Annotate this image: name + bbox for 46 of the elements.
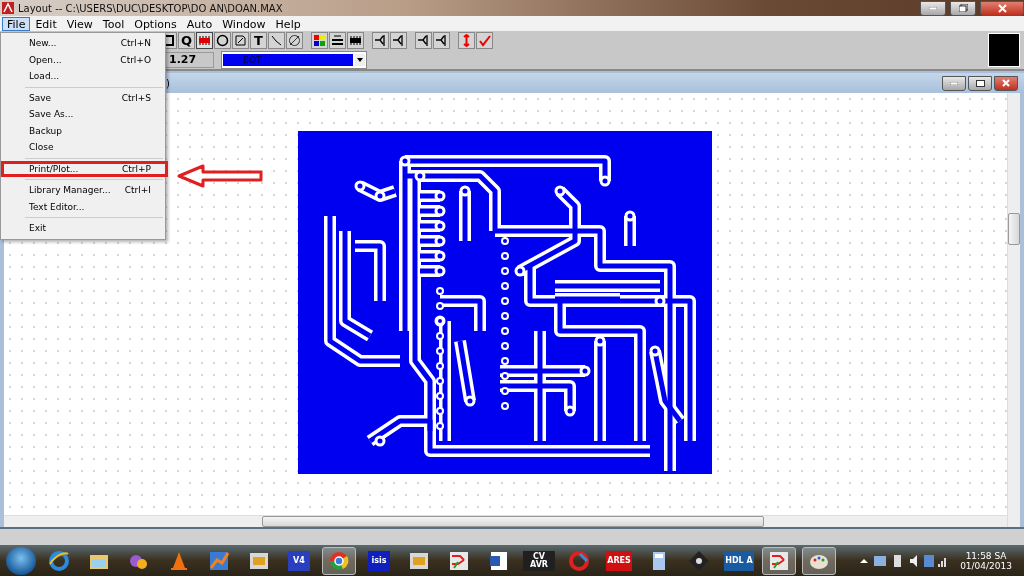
menu-shortcut: Ctrl+I bbox=[124, 185, 151, 196]
menu-shortcut: Ctrl+P bbox=[122, 163, 151, 174]
clock-time: 11:58 SA bbox=[965, 550, 1007, 561]
clock-date: 01/04/2013 bbox=[960, 560, 1012, 571]
menu-item[interactable]: Library Manager... Ctrl+I bbox=[1, 182, 168, 199]
menu-item[interactable]: View bbox=[61, 16, 98, 31]
app-logo: V4 bbox=[288, 550, 310, 571]
grid-field[interactable]: 1.27 bbox=[164, 51, 214, 68]
menu-item[interactable]: Save As... bbox=[1, 106, 168, 123]
menu-item-label: Save As... bbox=[29, 109, 75, 120]
clock[interactable]: 11:58 SA 01/04/2013 bbox=[954, 550, 1018, 571]
menu-item[interactable]: Save Ctrl+S bbox=[1, 89, 168, 106]
menu-item[interactable]: Auto bbox=[181, 16, 218, 31]
tool-button[interactable]: Q bbox=[178, 32, 195, 49]
taskbar-app-button[interactable]: V4 bbox=[282, 546, 316, 575]
menu-shortcut: Ctrl+O bbox=[120, 54, 151, 65]
menu-shortcut: Ctrl+N bbox=[120, 38, 151, 49]
menu-item-label: Close bbox=[29, 142, 55, 153]
app-logo: isis bbox=[368, 550, 390, 571]
menu-item[interactable]: Exit bbox=[1, 220, 168, 237]
menu-item[interactable]: Options bbox=[129, 16, 182, 31]
menu-item-label: Text Editor... bbox=[29, 201, 86, 212]
menu-item[interactable]: Help bbox=[270, 16, 306, 31]
window-title: Layout -- C:\USERS\DUC\DESKTOP\DO AN\DOAN.MAX bbox=[18, 2, 283, 14]
menu-item[interactable]: New... Ctrl+N bbox=[1, 35, 168, 52]
menu-item-label: Save bbox=[29, 92, 53, 103]
menu-item-label: New... bbox=[29, 38, 58, 49]
menu-item[interactable]: File bbox=[2, 16, 31, 31]
menu-item[interactable]: Print/Plot... Ctrl+P bbox=[1, 160, 168, 177]
menu-item[interactable]: Load... bbox=[1, 68, 168, 85]
child-window-title: ) bbox=[166, 77, 170, 89]
menu-item-label: Library Manager... bbox=[29, 185, 112, 196]
tool-button[interactable]: T bbox=[250, 32, 267, 49]
menu-shortcut: Ctrl+S bbox=[121, 92, 151, 103]
menu-item[interactable]: Window bbox=[217, 16, 271, 31]
menu-item-label: Backup bbox=[29, 125, 63, 136]
menu-item-label: Open... bbox=[29, 54, 63, 65]
menu-item-label: Exit bbox=[29, 223, 48, 234]
menu-item-label: Print/Plot... bbox=[29, 163, 80, 174]
menu-item[interactable]: Backup bbox=[1, 122, 168, 139]
menu-item[interactable]: Text Editor... bbox=[1, 198, 168, 215]
taskbar-app-button[interactable]: isis bbox=[362, 546, 396, 575]
menu-item-label: Load... bbox=[29, 71, 61, 82]
menu-item[interactable]: Close bbox=[1, 139, 168, 156]
menu-item[interactable]: Edit bbox=[30, 16, 62, 31]
menu-item[interactable]: Tool bbox=[97, 16, 130, 31]
